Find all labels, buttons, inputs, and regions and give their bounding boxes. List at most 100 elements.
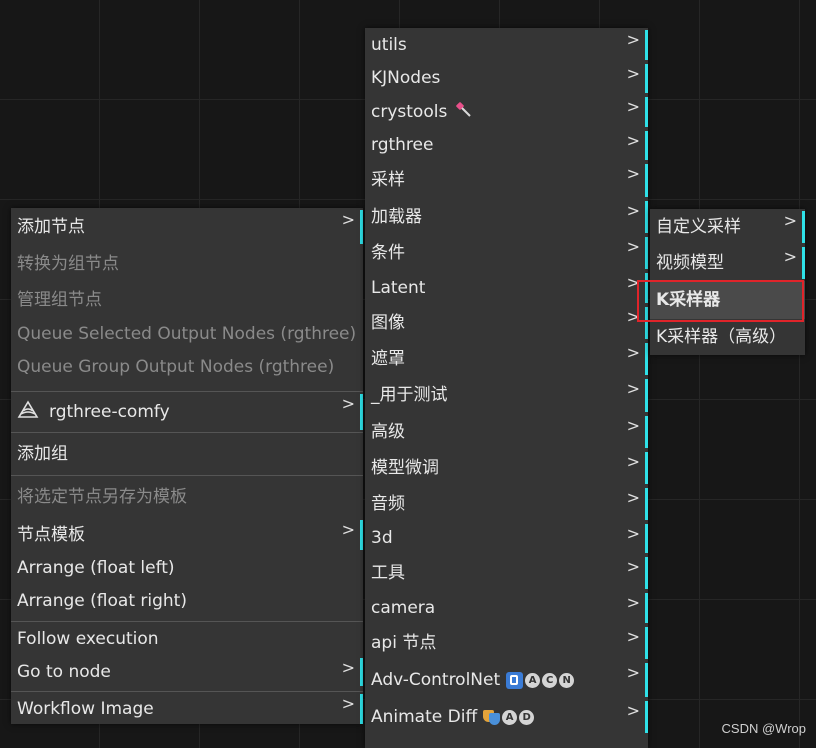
menu-item-animate-diff[interactable]: Animate Diff A D >	[365, 699, 648, 735]
menu-item-label: Queue Selected Output Nodes (rgthree)	[17, 323, 357, 344]
menu-item-workflow-image[interactable]: Workflow Image >	[11, 692, 363, 726]
chevron-right-icon: >	[626, 237, 640, 256]
submenu-indicator-bar	[645, 452, 648, 484]
chevron-right-icon: >	[626, 343, 640, 362]
submenu-indicator-bar	[360, 210, 363, 244]
menu-item-image[interactable]: 图像 >	[365, 305, 648, 341]
menu-item-queue-group-output[interactable]: Queue Group Output Nodes (rgthree)	[11, 350, 363, 385]
menu-item-label: Adv-ControlNet	[371, 669, 501, 690]
submenu-indicator-bar	[360, 520, 363, 550]
menu-item-label: 高级	[371, 421, 405, 442]
menu-item-convert-to-group-node[interactable]: 转换为组节点	[11, 246, 363, 282]
menu-item-tools[interactable]: 工具 >	[365, 555, 648, 591]
menu-item-latent[interactable]: Latent >	[365, 271, 648, 305]
menu-item-adv-controlnet[interactable]: Adv-ControlNet A C N >	[365, 661, 648, 699]
submenu-indicator-bar	[645, 663, 648, 697]
submenu-indicator-bar	[645, 701, 648, 733]
menu-item-add-node[interactable]: 添加节点 >	[11, 208, 363, 246]
chevron-right-icon: >	[626, 557, 640, 576]
menu-item-label: Animate Diff	[371, 706, 478, 727]
chevron-right-icon: >	[341, 210, 355, 229]
submenu-indicator-bar	[645, 416, 648, 448]
menu-item-model-finetune[interactable]: 模型微调 >	[365, 450, 648, 486]
letter-badge: A	[525, 672, 541, 688]
menu-item-label: KJNodes	[371, 68, 441, 88]
sampling-submenu: 自定义采样 > 视频模型 > K采样器 K采样器（高级）	[650, 209, 805, 355]
chevron-right-icon: >	[341, 694, 355, 713]
menu-item-label: 自定义采样	[656, 216, 741, 237]
menu-item-follow-execution[interactable]: Follow execution	[11, 622, 363, 656]
menu-item-label: _用于测试	[371, 385, 448, 405]
menu-item-label: rgthree-comfy	[49, 401, 170, 422]
chevron-right-icon: >	[626, 416, 640, 435]
menu-item-rgthree[interactable]: rgthree >	[365, 129, 648, 162]
menu-item-label: K采样器	[656, 289, 721, 310]
chevron-right-icon: >	[626, 524, 640, 543]
menu-item-mask[interactable]: 遮罩 >	[365, 341, 648, 377]
chevron-right-icon: >	[626, 452, 640, 471]
submenu-indicator-bar	[645, 164, 648, 197]
submenu-indicator-bar	[645, 307, 648, 339]
menu-item-3d[interactable]: 3d >	[365, 522, 648, 555]
submenu-indicator-bar	[360, 694, 363, 724]
menu-item-for-testing[interactable]: _用于测试 >	[365, 377, 648, 414]
menu-item-advanced[interactable]: 高级 >	[365, 414, 648, 450]
submenu-indicator-bar	[645, 627, 648, 659]
menu-item-label: 模型微调	[371, 457, 439, 478]
menu-item-label: api 节点	[371, 632, 437, 653]
chevron-right-icon: >	[341, 520, 355, 539]
menu-item-label: 图像	[371, 312, 405, 333]
menu-item-arrange-float-right[interactable]: Arrange (float right)	[11, 585, 363, 617]
menu-item-audio[interactable]: 音频 >	[365, 486, 648, 522]
chevron-right-icon: >	[626, 97, 640, 116]
submenu-indicator-bar	[645, 343, 648, 375]
menu-item-label: 工具	[371, 562, 405, 583]
menu-item-label: crystools	[371, 101, 448, 122]
menu-item-ksampler[interactable]: K采样器	[650, 281, 805, 319]
chevron-right-icon: >	[626, 131, 640, 150]
submenu-indicator-bar	[645, 524, 648, 553]
menu-item-go-to-node[interactable]: Go to node >	[11, 656, 363, 688]
menu-item-label: 将选定节点另存为模板	[17, 486, 187, 507]
menu-item-crystools[interactable]: crystools >	[365, 95, 648, 129]
submenu-indicator-bar	[645, 131, 648, 160]
menu-item-manage-group-nodes[interactable]: 管理组节点	[11, 282, 363, 318]
menu-item-label: rgthree	[371, 135, 434, 155]
menu-item-label: 节点模板	[17, 524, 85, 545]
menu-item-camera[interactable]: camera >	[365, 591, 648, 625]
chevron-right-icon: >	[626, 379, 640, 398]
menu-item-queue-selected-output[interactable]: Queue Selected Output Nodes (rgthree)	[11, 318, 363, 350]
submenu-indicator-bar	[802, 211, 805, 243]
menu-item-arrange-float-left[interactable]: Arrange (float left)	[11, 552, 363, 585]
menu-item-save-as-template[interactable]: 将选定节点另存为模板	[11, 476, 363, 518]
chevron-right-icon: >	[626, 307, 640, 326]
chevron-right-icon: >	[783, 211, 797, 230]
menu-item-utils[interactable]: utils >	[365, 28, 648, 62]
chevron-right-icon: >	[626, 663, 640, 682]
menu-item-label: Queue Group Output Nodes (rgthree)	[17, 357, 335, 377]
canvas-context-menu: 添加节点 > 转换为组节点 管理组节点 Queue Selected Outpu…	[11, 208, 363, 724]
menu-item-label: 3d	[371, 528, 393, 548]
rgthree-logo-icon	[17, 400, 39, 424]
screwdriver-icon	[455, 101, 473, 123]
menu-item-custom-sampling[interactable]: 自定义采样 >	[650, 209, 805, 245]
menu-item-conditioning[interactable]: 条件 >	[365, 235, 648, 271]
menu-item-video-models[interactable]: 视频模型 >	[650, 245, 805, 281]
menu-item-kjnodes[interactable]: KJNodes >	[365, 62, 648, 95]
menu-item-label: camera	[371, 597, 436, 618]
menu-item-label: 遮罩	[371, 348, 405, 369]
menu-item-sampling[interactable]: 采样 >	[365, 162, 648, 199]
watermark: CSDN @Wrop	[721, 721, 806, 736]
menu-item-label: 添加节点	[17, 216, 85, 237]
menu-item-node-templates[interactable]: 节点模板 >	[11, 518, 363, 552]
menu-item-rgthree-comfy[interactable]: rgthree-comfy >	[11, 392, 363, 432]
node-category-menu: utils > KJNodes > crystools > rgthree > …	[365, 28, 648, 748]
menu-item-label: 音频	[371, 493, 405, 514]
menu-item-ksampler-advanced[interactable]: K采样器（高级）	[650, 319, 805, 355]
menu-item-add-group[interactable]: 添加组	[11, 433, 363, 475]
menu-item-label: 采样	[371, 170, 405, 190]
menu-item-api-nodes[interactable]: api 节点 >	[365, 625, 648, 661]
menu-item-loaders[interactable]: 加载器 >	[365, 199, 648, 235]
submenu-indicator-bar	[645, 593, 648, 623]
submenu-indicator-bar	[645, 201, 648, 233]
